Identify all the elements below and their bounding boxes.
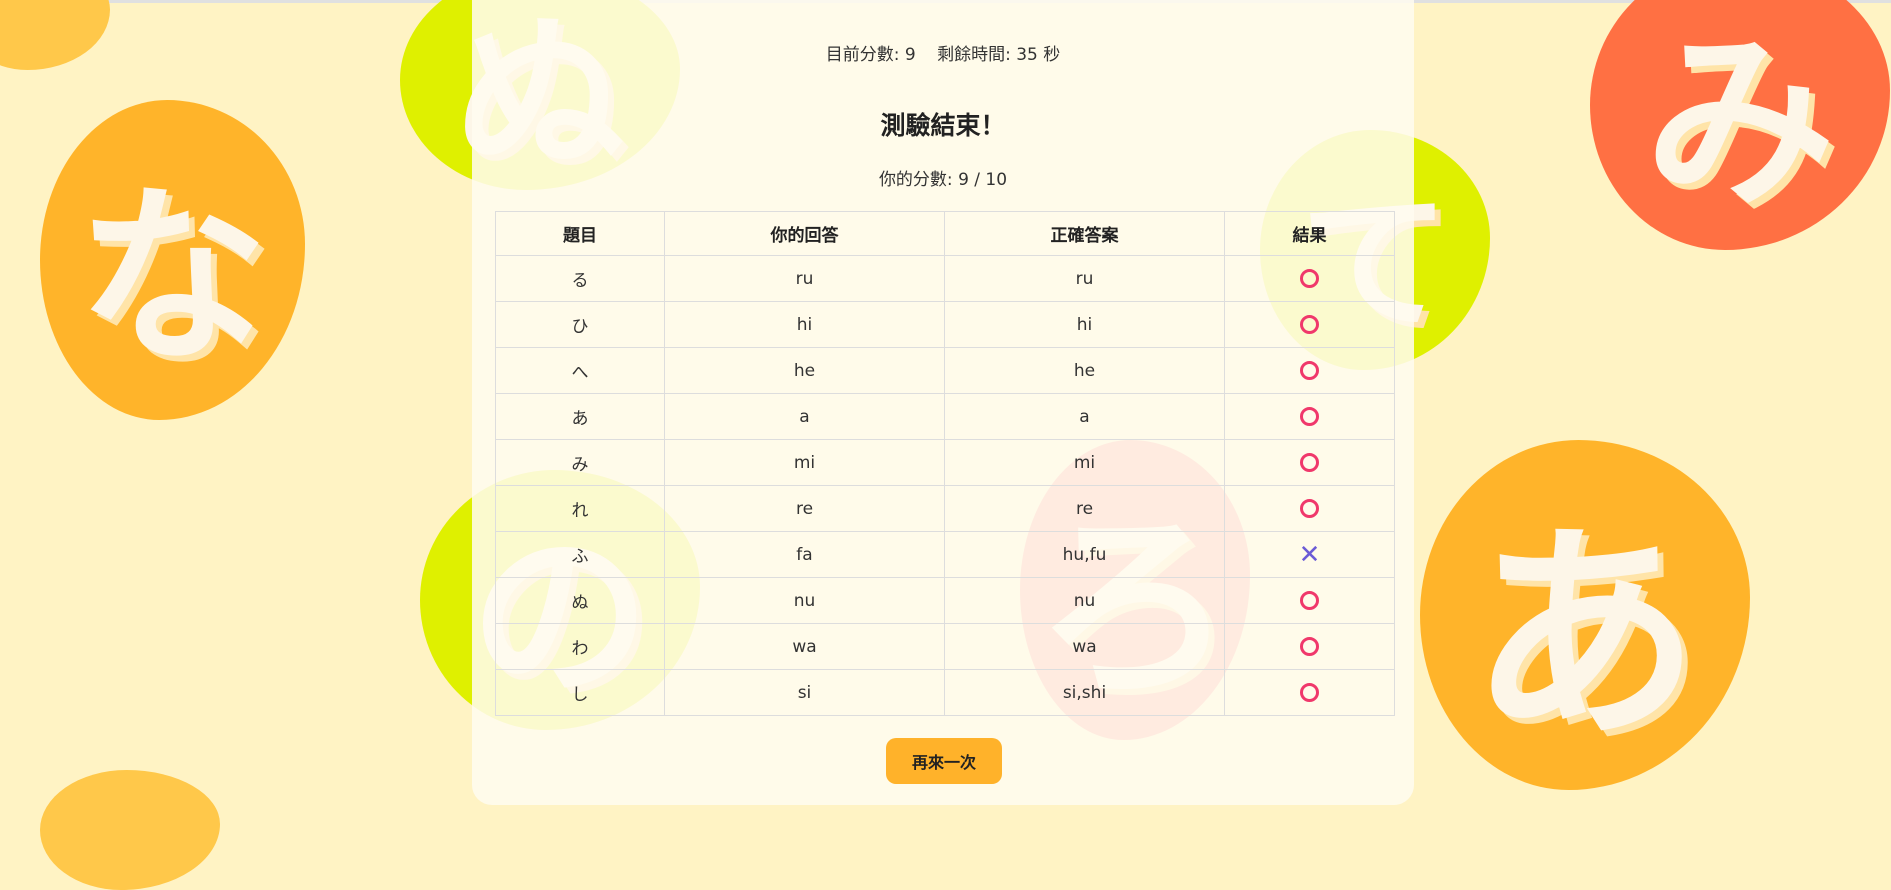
header-your-answer: 你的回答 [664, 211, 945, 256]
answer-cell: hi [664, 301, 945, 348]
result-cell [1224, 485, 1395, 532]
correct-answer-cell: ru [944, 255, 1225, 302]
result-cell [1224, 439, 1395, 486]
question-cell: へ [495, 347, 665, 394]
answer-cell: re [664, 485, 945, 532]
answer-cell: mi [664, 439, 945, 486]
header-question: 題目 [495, 211, 665, 256]
question-cell: み [495, 439, 665, 486]
answer-cell: si [664, 669, 945, 716]
correct-answer-cell: hu,fu [944, 531, 1225, 578]
correct-answer-cell: he [944, 347, 1225, 394]
table-row: し si si,shi [495, 669, 1395, 716]
question-cell: ぬ [495, 577, 665, 624]
correct-circle-icon [1300, 269, 1319, 288]
correct-circle-icon [1300, 683, 1319, 702]
table-header-row: 題目 你的回答 正確答案 結果 [495, 211, 1395, 256]
result-cell [1224, 577, 1395, 624]
answer-cell: fa [664, 531, 945, 578]
question-cell: あ [495, 393, 665, 440]
question-cell: ふ [495, 531, 665, 578]
correct-answer-cell: hi [944, 301, 1225, 348]
table-row: わ wa wa [495, 623, 1395, 670]
question-cell: る [495, 255, 665, 302]
table-row: ひ hi hi [495, 301, 1395, 348]
table-row: ぬ nu nu [495, 577, 1395, 624]
bg-glyph-mi: み [1590, 0, 1890, 250]
correct-circle-icon [1300, 361, 1319, 380]
result-cell [1224, 347, 1395, 394]
question-cell: わ [495, 623, 665, 670]
answer-cell: a [664, 393, 945, 440]
correct-answer-cell: wa [944, 623, 1225, 670]
bg-blob-bottom [40, 770, 220, 890]
table-row: ふ fa hu,fu ✕ [495, 531, 1395, 578]
quiz-card: 目前分數: 9 剩餘時間: 35 秒 測驗結束！ 你的分數: 9 / 10 題目… [472, 0, 1414, 805]
table-row: る ru ru [495, 255, 1395, 302]
answer-cell: he [664, 347, 945, 394]
result-cell [1224, 393, 1395, 440]
time-remaining: 剩餘時間: 35 秒 [937, 45, 1061, 65]
table-row: へ he he [495, 347, 1395, 394]
correct-circle-icon [1300, 637, 1319, 656]
correct-answer-cell: a [944, 393, 1225, 440]
table-row: み mi mi [495, 439, 1395, 486]
header-correct-answer: 正確答案 [944, 211, 1225, 256]
current-score: 目前分數: 9 [825, 45, 916, 65]
bg-glyph-a: あ [1420, 440, 1750, 790]
status-bar: 目前分數: 9 剩餘時間: 35 秒 [472, 40, 1414, 65]
correct-circle-icon [1300, 407, 1319, 426]
correct-circle-icon [1300, 453, 1319, 472]
answer-cell: ru [664, 255, 945, 302]
result-cell [1224, 301, 1395, 348]
correct-answer-cell: mi [944, 439, 1225, 486]
correct-answer-cell: nu [944, 577, 1225, 624]
result-cell [1224, 623, 1395, 670]
answer-cell: wa [664, 623, 945, 670]
correct-circle-icon [1300, 591, 1319, 610]
result-title: 測驗結束！ [880, 111, 1006, 140]
correct-circle-icon [1300, 315, 1319, 334]
result-cell [1224, 669, 1395, 716]
retry-button[interactable]: 再來一次 [886, 738, 1002, 784]
correct-circle-icon [1300, 499, 1319, 518]
correct-answer-cell: si,shi [944, 669, 1225, 716]
question-cell: れ [495, 485, 665, 532]
answer-cell: nu [664, 577, 945, 624]
results-table: 題目 你的回答 正確答案 結果 る ru ru ひ hi hi へ he he あ a a み mi mi れ… [495, 211, 1395, 716]
bg-glyph-na: な [40, 100, 305, 420]
result-cell [1224, 255, 1395, 302]
question-cell: し [495, 669, 665, 716]
table-row: あaa [495, 393, 1395, 440]
table-row: れ re re [495, 485, 1395, 532]
question-cell: ひ [495, 301, 665, 348]
bg-blob-topleft [0, 0, 110, 70]
result-cell: ✕ [1224, 531, 1395, 578]
final-score: 你的分數: 9 / 10 [878, 170, 1008, 190]
wrong-cross-icon: ✕ [1298, 539, 1321, 570]
header-result: 結果 [1224, 211, 1395, 256]
correct-answer-cell: re [944, 485, 1225, 532]
